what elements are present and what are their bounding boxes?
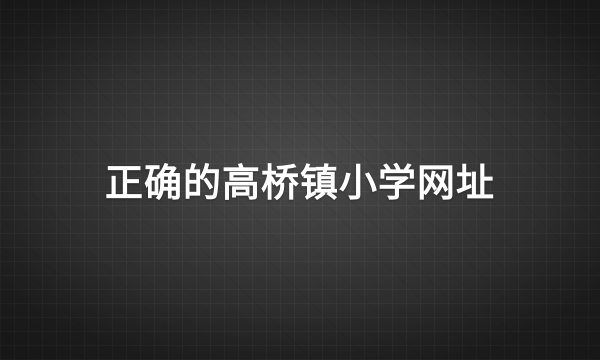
title-card: 正确的高桥镇小学网址: [0, 0, 600, 360]
page-title: 正确的高桥镇小学网址: [104, 161, 495, 205]
